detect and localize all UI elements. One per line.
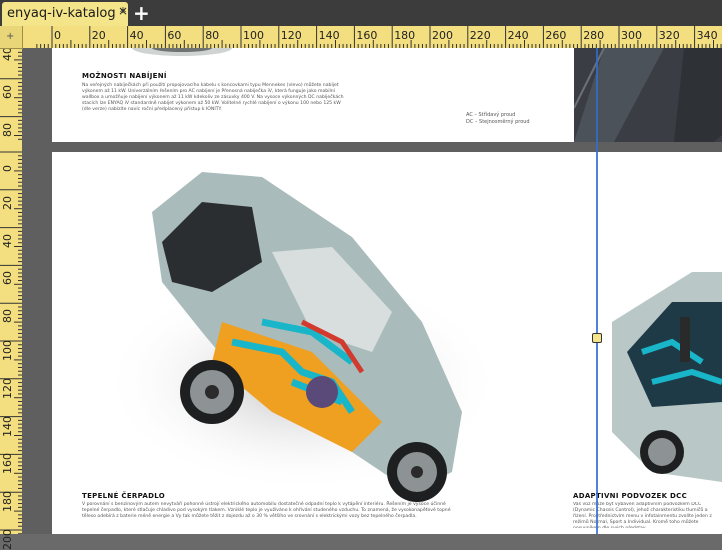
- guide-handle[interactable]: [592, 333, 602, 343]
- ruler-label: 20: [91, 29, 106, 42]
- document-tab[interactable]: enyaq-iv-katalog * ×: [2, 2, 128, 26]
- ruler-label: 60: [167, 29, 182, 42]
- ruler-label: 0: [54, 29, 61, 42]
- ruler-label: 320: [658, 29, 680, 42]
- ruler-origin-button[interactable]: +: [0, 26, 23, 49]
- ruler-label: 180: [394, 29, 416, 42]
- tab-title: enyaq-iv-katalog *: [7, 6, 127, 21]
- ruler-label: 100: [1, 340, 14, 361]
- ruler-label: 300: [621, 29, 642, 42]
- ruler-label: 340: [696, 29, 718, 42]
- page-heat-pump: TEPELNÉ ČERPADLO V porovnání s benzinový…: [52, 152, 722, 534]
- section-heading: MOŽNOSTI NABÍJENÍ: [82, 72, 167, 80]
- vertical-ruler[interactable]: 40 60 80 0 20 40 60 80 100 120 140 160 180 200: [0, 47, 23, 550]
- ruler-label: 40: [1, 233, 14, 248]
- ruler-label: 80: [1, 309, 14, 324]
- ruler-label: 140: [1, 415, 14, 437]
- ruler-label: 200: [1, 529, 14, 550]
- ruler-label: 160: [1, 453, 14, 475]
- ruler-label: 200: [432, 29, 453, 42]
- ruler-label: 180: [1, 491, 14, 513]
- ruler-label: 0: [1, 165, 14, 172]
- ruler-label: 120: [1, 377, 14, 399]
- ruler-label: 60: [1, 271, 14, 286]
- ruler-label: 160: [356, 29, 378, 42]
- ruler-label: 220: [469, 29, 491, 42]
- crosshair-icon: +: [6, 31, 15, 42]
- ruler-label: 260: [545, 29, 567, 42]
- close-icon[interactable]: ×: [118, 4, 128, 18]
- section-heading: TEPELNÉ ČERPADLO: [82, 492, 165, 500]
- legend-dc: DC – Stejnosměrný proud: [466, 119, 530, 125]
- car-cutaway-illustration: [102, 172, 722, 502]
- ruler-label: 40: [129, 29, 144, 42]
- new-tab-button[interactable]: +: [133, 3, 150, 23]
- ruler-label: 40: [1, 47, 14, 61]
- ruler-label: 120: [280, 29, 302, 42]
- tab-bar: enyaq-iv-katalog * × +: [0, 0, 722, 26]
- section-text: Na veřejných nabíječkách při použití pro…: [82, 83, 344, 112]
- ruler-label: 80: [1, 122, 14, 137]
- car-wheel-partial: [132, 48, 232, 56]
- ruler-label: 20: [1, 195, 14, 210]
- ruler-label: 80: [205, 29, 220, 42]
- horizontal-ruler[interactable]: 0 20 40 60 80 100 120 140 160 180 200 220 240 260 280 3…: [0, 26, 722, 49]
- ruler-label: 140: [318, 29, 340, 42]
- legend-ac: AC – Střídavý proud: [466, 112, 516, 118]
- ruler-label: 280: [583, 29, 605, 42]
- vertical-guide-line[interactable]: [596, 48, 598, 534]
- ruler-label: 240: [507, 29, 529, 42]
- ruler-label: 60: [1, 84, 14, 99]
- ruler-label: 100: [243, 29, 264, 42]
- document-canvas[interactable]: MOŽNOSTI NABÍJENÍ Na veřejných nabíječká…: [22, 48, 722, 534]
- section-text: V porovnání s benzinovým autem nevytváří…: [82, 502, 451, 519]
- page-charging: MOŽNOSTI NABÍJENÍ Na veřejných nabíječká…: [52, 48, 722, 142]
